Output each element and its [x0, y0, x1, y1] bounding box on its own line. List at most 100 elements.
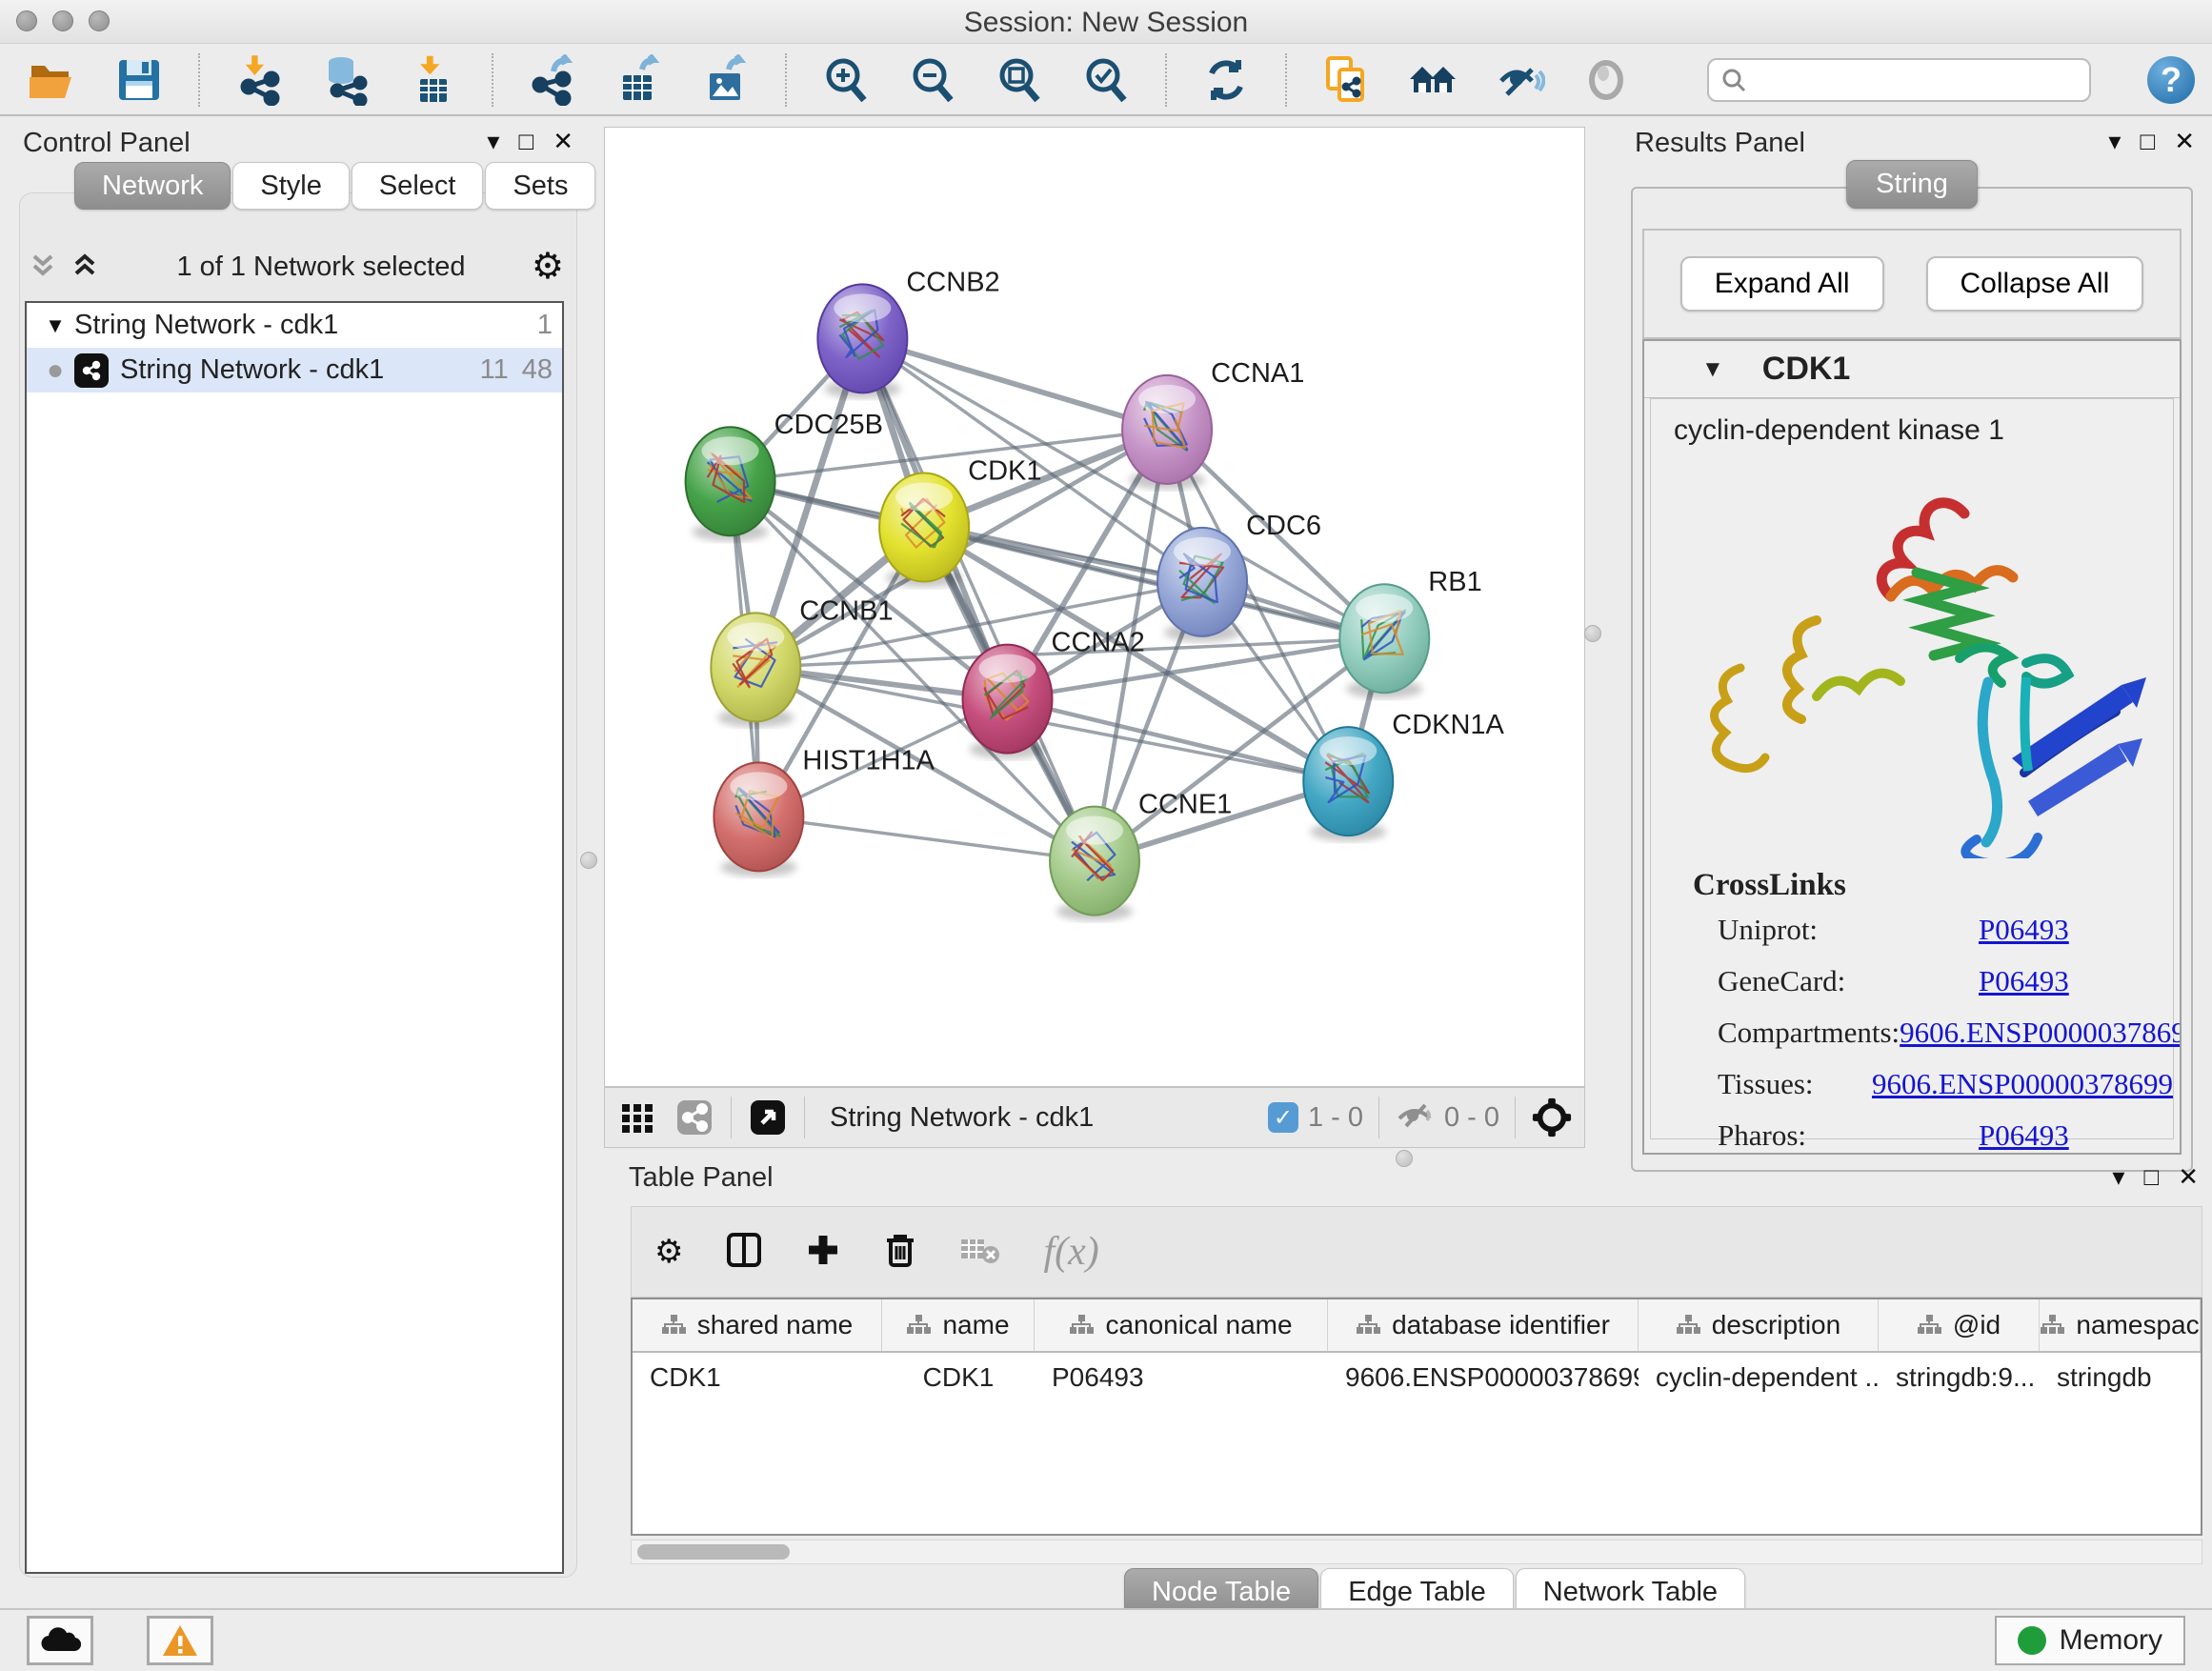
gear-icon[interactable]: ⚙ [532, 249, 564, 285]
close-panel-icon[interactable]: ✕ [2178, 1162, 2199, 1192]
navigator-crosshair-icon[interactable] [1531, 1097, 1573, 1138]
table-row[interactable]: CDK1CDK1P064939606.ENSP00000378699cyclin… [633, 1353, 2201, 1402]
column-header-name[interactable]: name [882, 1299, 1035, 1351]
maximize-panel-icon[interactable]: □ [2143, 1162, 2159, 1192]
vertical-splitter-handle[interactable] [580, 852, 597, 869]
horizontal-splitter-handle[interactable] [1396, 1150, 1413, 1167]
function-builder-icon[interactable]: f(x) [1043, 1229, 1098, 1275]
vertical-splitter-handle[interactable] [1584, 625, 1601, 642]
tab-style[interactable]: Style [232, 162, 349, 210]
expand-all-button[interactable]: Expand All [1680, 256, 1884, 312]
network-canvas[interactable]: CCNB2CCNA1CDC25BCDK1CDC6RB1CCNB1CCNA2CDK… [604, 127, 1585, 1087]
save-session-icon[interactable] [111, 52, 167, 108]
crosslink-link[interactable]: 9606.ENSP00000378699 [1900, 1016, 2182, 1050]
table-cell[interactable]: CDK1 [633, 1353, 882, 1402]
cloud-icon[interactable] [27, 1616, 93, 1665]
network-node-CCNE1[interactable]: CCNE1 [1050, 790, 1232, 921]
zoom-in-icon[interactable] [818, 52, 874, 108]
import-table-from-file-icon[interactable] [405, 52, 460, 108]
gear-icon[interactable]: ⚙ [654, 1236, 683, 1268]
network-node-HIST1H1A[interactable]: HIST1H1A [714, 745, 935, 876]
column-header-@id[interactable]: @id [1879, 1299, 2040, 1351]
float-panel-icon[interactable]: ▾ [487, 127, 499, 156]
scrollbar-thumb[interactable] [637, 1544, 790, 1560]
split-columns-icon[interactable] [725, 1231, 763, 1274]
close-panel-icon[interactable]: ✕ [553, 127, 573, 156]
table-cell[interactable]: 9606.ENSP00000378699 [1328, 1353, 1639, 1402]
collapse-twisty-icon[interactable]: ▼ [36, 313, 74, 338]
import-network-from-database-icon[interactable] [318, 52, 373, 108]
horizontal-scrollbar[interactable] [631, 1540, 2202, 1564]
collapse-all-button[interactable]: Collapse All [1926, 256, 2144, 312]
network-edge[interactable] [862, 338, 1095, 860]
network-node-CDK1[interactable]: CDK1 [879, 456, 1041, 588]
expand-all-icon[interactable] [69, 249, 111, 286]
node-label-CDK1: CDK1 [968, 456, 1041, 487]
table-cell[interactable]: cyclin-dependent ... [1639, 1353, 1879, 1402]
memory-button[interactable]: Memory [1995, 1616, 2185, 1665]
collapse-all-icon[interactable] [27, 249, 69, 286]
show-all-icon[interactable] [1579, 52, 1634, 108]
close-panel-icon[interactable]: ✕ [2174, 127, 2195, 156]
delete-table-icon[interactable] [959, 1234, 1001, 1271]
export-table-icon[interactable] [612, 52, 667, 108]
column-header-database-identifier[interactable]: database identifier [1328, 1299, 1639, 1351]
table-cell[interactable]: CDK1 [882, 1353, 1035, 1402]
protein-structure-image [1674, 458, 2150, 858]
network-tree-root-row[interactable]: ▼ String Network - cdk1 1 [27, 303, 562, 348]
tab-select[interactable]: Select [352, 162, 484, 210]
network-node-CDKN1A[interactable]: CDKN1A [1303, 710, 1504, 841]
column-header-canonical-name[interactable]: canonical name [1035, 1299, 1328, 1351]
open-file-icon[interactable] [25, 52, 80, 108]
hide-selected-icon[interactable] [1492, 52, 1547, 108]
column-header-shared-name[interactable]: shared name [633, 1299, 882, 1351]
first-neighbors-icon[interactable] [1405, 52, 1460, 108]
column-header-label: canonical name [1105, 1310, 1292, 1340]
tab-sets[interactable]: Sets [485, 162, 595, 210]
help-icon[interactable]: ? [2147, 56, 2195, 104]
open-in-window-icon[interactable] [747, 1097, 789, 1138]
warning-icon[interactable] [147, 1616, 213, 1665]
grid-view-icon[interactable] [616, 1097, 658, 1138]
maximize-panel-icon[interactable]: □ [518, 127, 533, 156]
zoom-selected-icon[interactable] [1078, 52, 1134, 108]
copy-style-icon[interactable] [1318, 52, 1374, 108]
tab-network[interactable]: Network [74, 162, 231, 210]
table-cell[interactable]: stringdb [2040, 1353, 2201, 1402]
crosslink-link[interactable]: P06493 [1979, 1118, 2069, 1153]
network-overview-icon[interactable] [674, 1097, 715, 1138]
float-panel-icon[interactable]: ▾ [2112, 1162, 2124, 1192]
zoom-fit-content-icon[interactable] [992, 52, 1047, 108]
table-cell[interactable]: P06493 [1035, 1353, 1328, 1402]
network-node-CCNB2[interactable]: CCNB2 [817, 267, 999, 398]
column-header-namespac[interactable]: namespac [2040, 1299, 2201, 1351]
column-header-description[interactable]: description [1639, 1299, 1879, 1351]
search-icon [1720, 67, 1747, 93]
crosslink-link[interactable]: P06493 [1979, 964, 2069, 998]
add-column-icon[interactable] [805, 1232, 841, 1273]
zoom-out-icon[interactable] [905, 52, 960, 108]
float-panel-icon[interactable]: ▾ [2108, 127, 2121, 156]
crosslink-link[interactable]: P06493 [1979, 913, 2069, 947]
tab-string[interactable]: String [1846, 160, 1978, 209]
search-field[interactable] [1707, 58, 2091, 102]
table-cell[interactable]: stringdb:9... [1879, 1353, 2040, 1402]
search-input[interactable] [1755, 64, 2078, 95]
export-network-icon[interactable] [525, 52, 580, 108]
network-node-CCNA1[interactable]: CCNA1 [1122, 358, 1304, 490]
network-edge[interactable] [862, 338, 1167, 430]
gene-header[interactable]: ▼ CDK1 [1644, 341, 2180, 398]
selected-checkbox-icon[interactable]: ✓ [1268, 1102, 1298, 1133]
network-node-RB1[interactable]: RB1 [1339, 567, 1481, 698]
export-image-icon[interactable] [698, 52, 754, 108]
crosslink-link[interactable]: 9606.ENSP00000378699 [1872, 1067, 2173, 1101]
delete-icon[interactable] [883, 1231, 917, 1274]
network-edge[interactable] [758, 816, 1095, 860]
import-network-from-file-icon[interactable] [231, 52, 287, 108]
network-node-CDC6[interactable]: CDC6 [1157, 511, 1321, 642]
network-tree-item-row[interactable]: ● String Network - cdk1 11 48 [27, 348, 562, 393]
hidden-eye-icon[interactable] [1395, 1097, 1435, 1137]
collapse-twisty-icon[interactable]: ▼ [1701, 356, 1724, 383]
maximize-panel-icon[interactable]: □ [2140, 127, 2155, 156]
apply-preferred-layout-icon[interactable] [1198, 52, 1254, 108]
